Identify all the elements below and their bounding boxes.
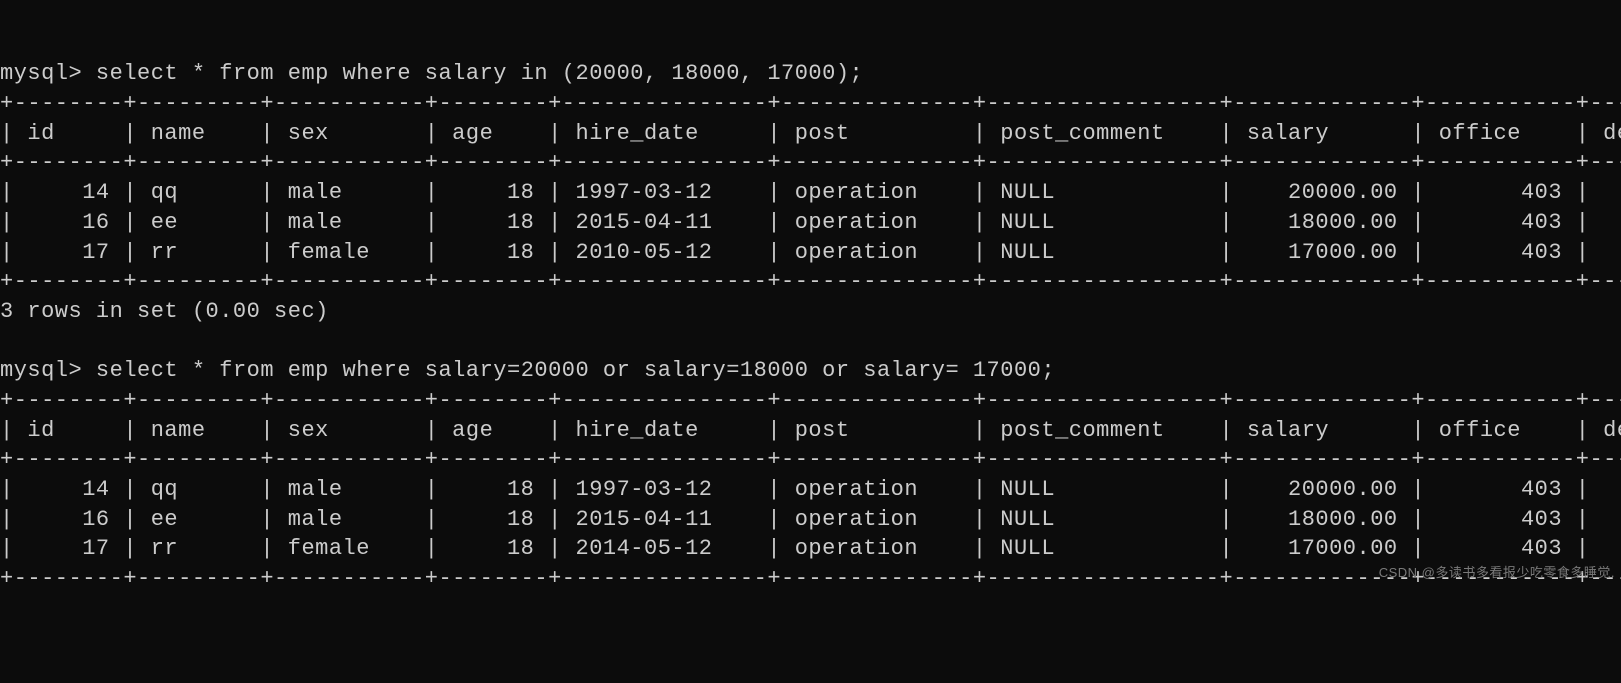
query1-line: mysql> select * from emp where salary in… [0, 61, 863, 86]
table1-header: | id | name | sex | age | hire_date | po… [0, 121, 1621, 146]
watermark: CSDN @多读书多看报少吃零食多睡觉. [1379, 564, 1615, 582]
result-summary-1: 3 rows in set (0.00 sec) [0, 299, 329, 324]
table2-sep-mid: +--------+---------+-----------+--------… [0, 447, 1621, 472]
table2-header: | id | name | sex | age | hire_date | po… [0, 418, 1621, 443]
table2-rows: | 14 | qq | male | 18 | 1997-03-12 | ope… [0, 477, 1621, 561]
query2-line: mysql> select * from emp where salary=20… [0, 358, 1055, 383]
sql-query-1: select * from emp where salary in (20000… [96, 61, 863, 86]
sql-query-2: select * from emp where salary=20000 or … [96, 358, 1055, 383]
table2-sep-top: +--------+---------+-----------+--------… [0, 388, 1621, 413]
prompt: mysql> [0, 358, 96, 383]
table1-sep-mid: +--------+---------+-----------+--------… [0, 150, 1621, 175]
table1-sep-bot: +--------+---------+-----------+--------… [0, 269, 1621, 294]
table1-rows: | 14 | qq | male | 18 | 1997-03-12 | ope… [0, 180, 1621, 264]
table1-sep-top: +--------+---------+-----------+--------… [0, 91, 1621, 116]
prompt: mysql> [0, 61, 96, 86]
